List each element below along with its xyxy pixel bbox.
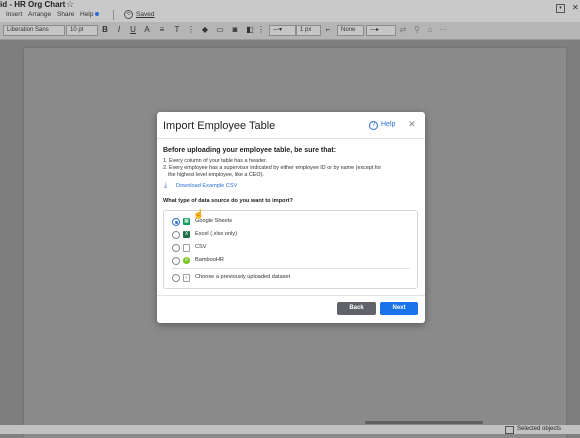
menu-share[interactable]: Share — [57, 11, 74, 19]
help-link[interactable]: Help — [381, 121, 395, 128]
align-icon[interactable]: ≡ — [157, 24, 167, 36]
previous-dataset-radio[interactable] — [172, 274, 180, 282]
close-icon[interactable]: ✕ — [572, 3, 579, 12]
menu-arrange[interactable]: Arrange — [28, 11, 51, 19]
bamboohr-radio[interactable] — [172, 257, 180, 265]
more-icon[interactable]: ⋯ — [438, 24, 448, 36]
option-label[interactable]: CSV — [195, 244, 207, 250]
csv-file-icon — [183, 244, 190, 252]
line-width-select[interactable]: 1 px — [296, 25, 321, 36]
text-options-icon[interactable]: T — [172, 24, 182, 36]
instructions-heading: Before uploading your employee table, be… — [163, 147, 337, 154]
font-size-select[interactable]: 10 pt — [66, 25, 98, 36]
more-text-icon[interactable]: ⋮ — [186, 24, 196, 36]
rule-item: 2. Every employee has a supervisor indic… — [163, 165, 382, 171]
font-family-select[interactable]: Liberation Sans — [3, 25, 65, 36]
menu-help[interactable]: Help — [80, 11, 93, 19]
option-label[interactable]: Choose a previously uploaded dataset — [195, 274, 290, 280]
opacity-icon[interactable]: ◧ — [245, 24, 255, 36]
rule-item: 1. Every column of your table has a head… — [163, 158, 267, 164]
selection-icon — [505, 426, 514, 434]
download-icon[interactable]: ⤓ — [164, 182, 167, 190]
hand-cursor-icon: ☝ — [193, 209, 205, 219]
options-divider — [172, 268, 410, 269]
dropdown-icon[interactable]: ▾ — [556, 4, 565, 13]
option-label[interactable]: BambooHR — [195, 257, 224, 263]
google-sheets-icon: ▦ — [183, 218, 190, 225]
star-icon[interactable]: ☆ — [66, 0, 74, 9]
dataset-icon: ≡ — [183, 274, 190, 282]
dialog-divider — [157, 138, 425, 139]
back-button[interactable]: Back — [337, 302, 376, 315]
help-icon[interactable]: ? — [369, 121, 378, 130]
bold-icon[interactable]: B — [100, 24, 110, 36]
status-bar — [0, 425, 580, 434]
next-button[interactable]: Next — [380, 302, 418, 315]
option-label[interactable]: Excel (.xlsx only) — [195, 231, 237, 237]
clock-icon: ⟲ — [124, 10, 133, 19]
lock-icon[interactable]: ⚲ — [412, 24, 422, 36]
arrow-end-select[interactable]: —▸ — [366, 25, 396, 36]
selected-objects-label[interactable]: Selected objects — [517, 426, 561, 432]
excel-radio[interactable] — [172, 231, 180, 239]
shadow-icon[interactable]: ◙ — [230, 24, 240, 36]
underline-icon[interactable]: U — [128, 24, 138, 36]
line-color-icon[interactable]: ▭ — [215, 24, 225, 36]
style-icon[interactable]: ⌂ — [425, 24, 435, 36]
italic-icon[interactable]: I — [114, 24, 124, 36]
data-source-question: What type of data source do you want to … — [163, 198, 293, 204]
saved-status[interactable]: Saved — [136, 11, 154, 19]
csv-radio[interactable] — [172, 244, 180, 252]
dialog-footer-divider — [157, 295, 425, 296]
fill-color-icon[interactable]: ◆ — [200, 24, 210, 36]
notification-dot — [95, 12, 99, 16]
menu-insert[interactable]: Insert — [6, 11, 22, 19]
line-style-select[interactable]: —▾ — [269, 25, 296, 36]
text-color-icon[interactable]: A — [142, 24, 152, 36]
bamboohr-icon: b — [183, 257, 190, 264]
rule-item-continued: the highest level employee, like a CEO). — [168, 172, 264, 178]
download-example-csv-link[interactable]: Download Example CSV — [176, 183, 237, 189]
horizontal-scrollbar[interactable] — [365, 421, 483, 424]
line-shape-icon[interactable]: ⌐ — [323, 24, 333, 36]
menu-separator — [113, 10, 114, 20]
arrow-start-select[interactable]: None — [337, 25, 364, 36]
excel-icon: X — [183, 231, 190, 238]
google-sheets-radio[interactable] — [172, 218, 180, 226]
dialog-title: Import Employee Table — [163, 120, 276, 132]
document-title[interactable]: id - HR Org Chart — [0, 0, 65, 9]
dialog-close-icon[interactable]: ✕ — [408, 119, 416, 130]
more-style-icon[interactable]: ⋮ — [256, 24, 266, 36]
link-icon[interactable]: ⇄ — [398, 24, 408, 36]
